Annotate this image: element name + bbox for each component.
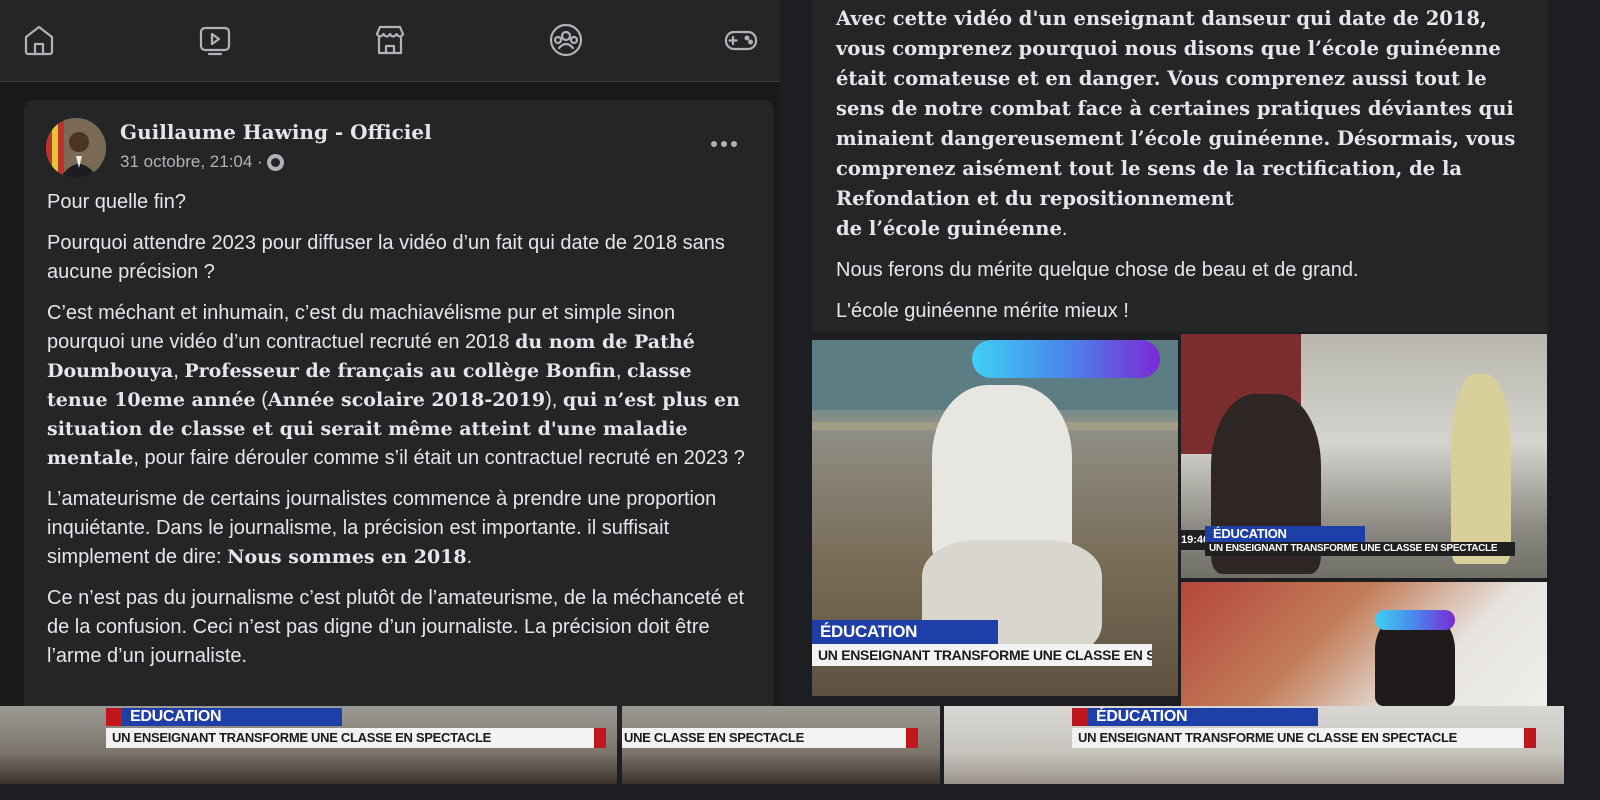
video-frame-strip-3: ÉDUCATION UN ENSEIGNANT TRANSFORME UNE C… [944,706,1564,784]
bold-text: Avec cette vidéo d'un enseignant danseur… [836,7,1516,210]
post-paragraph: L'école guinéenne mérite mieux ! [836,300,1129,322]
video-thumbnail-2[interactable]: 19:46 ÉDUCATION UN ENSEIGNANT TRANSFORME… [1181,334,1547,578]
more-options-button[interactable] [706,126,742,162]
post-paragraph: L’amateurisme de certains journalistes c… [47,485,747,572]
video-icon[interactable] [196,21,234,59]
bold-text: de l’école guinéenne [836,217,1062,240]
gaming-icon[interactable] [722,21,760,59]
text-run: ( [255,389,268,411]
news-red-mark [594,728,606,748]
clock-label: 19:46 [1181,530,1209,550]
groups-icon[interactable] [547,21,585,59]
news-headline: UN ENSEIGNANT TRANSFORME UNE CLASSE EN S… [1205,542,1515,556]
marketplace-icon[interactable] [371,21,409,59]
text-run: , [615,360,627,382]
home-icon[interactable] [20,21,58,59]
news-headline: UN ENSEIGNANT TRANSFORME UNE CLASSE EN S… [812,644,1152,666]
post-body: Pour quelle fin? Pourquoi attendre 2023 … [47,188,747,683]
text-run: . [466,546,473,568]
news-red-mark [106,708,122,726]
news-tag: ÉDUCATION [812,620,998,644]
post-paragraph: Nous ferons du mérite quelque chose de b… [836,259,1359,281]
post-paragraph: C’est méchant et inhumain, c’est du mach… [47,299,747,473]
news-red-mark [906,728,918,748]
bold-text: Nous sommes en 2018 [227,546,467,568]
post-paragraph: Pourquoi attendre 2023 pour diffuser la … [47,232,725,283]
dot-icon [711,141,717,147]
left-panel: Guillaume Hawing - Officiel 31 octobre, … [0,0,780,740]
text-run: ), [545,389,563,411]
news-tag: EDUCATION [122,708,342,726]
teacher-figure [932,385,1072,565]
avatar[interactable] [46,118,106,178]
news-headline: UN ENSEIGNANT TRANSFORME UNE CLASSE EN S… [1072,728,1524,748]
post-paragraph: Pour quelle fin? [47,191,186,213]
video-frame-strip-1: EDUCATION UN ENSEIGNANT TRANSFORME UNE C… [0,706,617,784]
news-headline: UN ENSEIGNANT TRANSFORME UNE CLASSE EN S… [106,728,594,748]
news-tag: ÉDUCATION [1205,526,1365,542]
post-card: Guillaume Hawing - Officiel 31 octobre, … [24,100,774,740]
dot-icon [731,141,737,147]
post-paragraph: Ce n’est pas du journalisme c’est plutôt… [47,587,745,667]
censor-bar [972,340,1160,378]
bold-text: Année scolaire 2018-2019 [267,389,546,411]
top-navigation [0,0,780,82]
news-red-mark [1072,708,1088,726]
censor-bar [1375,610,1455,630]
post-date[interactable]: 31 octobre, 21:04 · [120,152,263,172]
post-author[interactable]: Guillaume Hawing - Officiel [120,120,432,144]
video-thumbnail-3[interactable] [1181,582,1547,706]
video-frame-strip-2: UNE CLASSE EN SPECTACLE [622,706,940,784]
text-run: . [1061,218,1068,240]
post-continuation: Avec cette vidéo d'un enseignant danseur… [836,4,1536,338]
post-paragraph: Avec cette vidéo d'un enseignant danseur… [836,4,1536,244]
news-tag: ÉDUCATION [1088,708,1318,726]
news-headline: UNE CLASSE EN SPECTACLE [622,728,906,748]
video-thumbnail-main[interactable]: ÉDUCATION UN ENSEIGNANT TRANSFORME UNE C… [812,340,1178,696]
bold-text: Professeur de français au collège Bonfin [184,360,616,382]
text-run: , pour faire dérouler comme s’il était u… [133,447,745,469]
post-meta: 31 octobre, 21:04 · [120,152,284,172]
dancer-figure-right [1451,374,1511,564]
right-panel: Avec cette vidéo d'un enseignant danseur… [812,0,1548,332]
globe-icon [266,153,284,171]
dot-icon [721,141,727,147]
news-red-mark [1524,728,1536,748]
text-run: , [173,360,185,382]
